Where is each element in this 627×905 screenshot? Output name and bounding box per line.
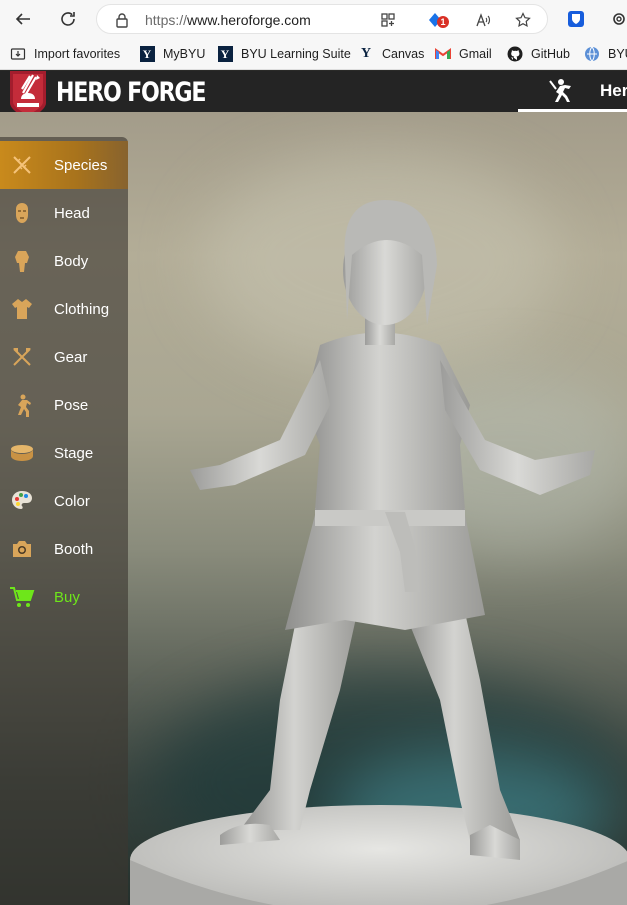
menu-item-gear[interactable]: Gear xyxy=(0,333,128,381)
bookmark-byu-learning-suite[interactable]: Y BYU Learning Suite xyxy=(217,46,351,62)
bookmarks-bar: Import favorites Y MyBYU Y BYU Learning … xyxy=(0,38,627,70)
hero-figure-icon xyxy=(549,79,571,102)
refresh-icon xyxy=(61,12,75,26)
bookmark-github[interactable]: GitHub xyxy=(507,46,570,62)
address-bar[interactable]: https://www.heroforge.com xyxy=(96,4,548,34)
menu-label: Booth xyxy=(54,540,94,558)
stage-icon xyxy=(8,439,36,467)
bookmark-label: Import favorites xyxy=(34,47,121,61)
menu-label: Pose xyxy=(54,396,89,414)
github-icon xyxy=(507,46,523,62)
bookmark-canvas[interactable]: Y Canvas xyxy=(358,46,424,62)
head-icon xyxy=(8,199,36,227)
miniature-model[interactable] xyxy=(130,112,627,905)
app-grid-icon[interactable] xyxy=(380,12,396,28)
favorite-star-icon[interactable] xyxy=(515,12,531,28)
palette-icon xyxy=(8,487,36,515)
body-icon xyxy=(8,247,36,275)
pose-icon xyxy=(8,391,36,419)
byu-logo-icon: Y xyxy=(217,46,233,62)
menu-label: Gear xyxy=(54,348,88,366)
crossed-axes-icon xyxy=(8,343,36,371)
extension-badge: 1 xyxy=(437,16,449,28)
menu-label: Species xyxy=(54,156,108,174)
menu-item-booth[interactable]: Booth xyxy=(0,525,128,573)
url-protocol: https:// xyxy=(145,12,188,28)
bookmark-label: MyBYU xyxy=(163,47,206,61)
menu-item-color[interactable]: Color xyxy=(0,477,128,525)
url-host: www.heroforge.com xyxy=(187,12,311,28)
byu-y-icon: Y xyxy=(360,46,372,61)
menu-label: Buy xyxy=(54,588,80,606)
import-icon xyxy=(10,46,26,62)
byu-logo-icon: Y xyxy=(139,46,155,62)
bookmark-mybyu[interactable]: Y MyBYU xyxy=(139,46,205,62)
menu-item-body[interactable]: Body xyxy=(0,237,128,285)
gmail-icon xyxy=(435,46,451,62)
menu-item-buy[interactable]: Buy xyxy=(0,573,128,621)
cart-icon xyxy=(8,583,36,611)
back-arrow-icon xyxy=(15,13,30,25)
bookmark-label: BYU xyxy=(608,47,627,61)
bookmark-import-favorites[interactable]: Import favorites xyxy=(10,46,120,62)
bookmark-byu[interactable]: BYU xyxy=(584,46,627,62)
menu-item-pose[interactable]: Pose xyxy=(0,381,128,429)
settings-gear-icon[interactable] xyxy=(610,10,627,28)
hero-tab-label: Her xyxy=(600,81,627,100)
brand-name[interactable]: HERO FORGE xyxy=(56,77,206,108)
menu-label: Clothing xyxy=(54,300,110,318)
menu-label: Body xyxy=(54,252,89,270)
editor-menu: Species Head Body Clothing Gear Pose Sta… xyxy=(0,137,128,905)
bookmark-label: GitHub xyxy=(531,47,570,61)
hero-tab[interactable]: Her xyxy=(518,71,627,112)
bookmark-label: Gmail xyxy=(459,47,492,61)
menu-item-species[interactable]: Species xyxy=(0,141,128,189)
bookmark-label: BYU Learning Suite xyxy=(241,47,351,61)
url-text[interactable]: https://www.heroforge.com xyxy=(145,12,311,28)
shirt-icon xyxy=(8,295,36,323)
lock-icon[interactable] xyxy=(114,12,130,28)
dna-icon xyxy=(8,151,36,179)
bookmark-gmail[interactable]: Gmail xyxy=(435,46,492,62)
menu-label: Head xyxy=(54,204,90,222)
menu-label: Color xyxy=(54,492,90,510)
menu-label: Stage xyxy=(54,444,94,462)
browser-toolbar: https://www.heroforge.com 1 xyxy=(0,0,627,38)
menu-item-head[interactable]: Head xyxy=(0,189,128,237)
menu-item-stage[interactable]: Stage xyxy=(0,429,128,477)
byu-globe-icon xyxy=(584,46,600,62)
menu-item-clothing[interactable]: Clothing xyxy=(0,285,128,333)
back-button[interactable] xyxy=(12,8,34,30)
refresh-button[interactable] xyxy=(57,8,79,30)
bookmark-label: Canvas xyxy=(382,47,425,61)
bitwarden-icon[interactable] xyxy=(567,10,585,28)
read-aloud-icon[interactable] xyxy=(475,12,491,28)
site-header: HERO FORGE Her xyxy=(0,71,627,119)
camera-icon xyxy=(8,535,36,563)
